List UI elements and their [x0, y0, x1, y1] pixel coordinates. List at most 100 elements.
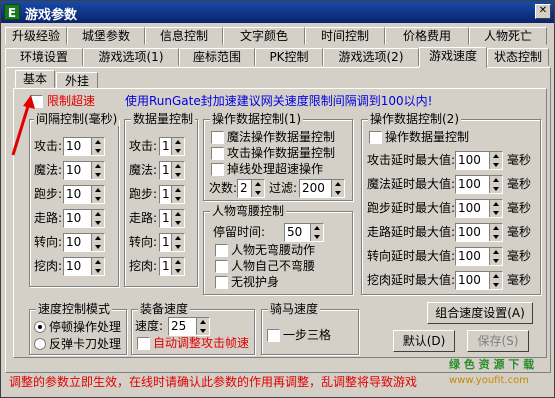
tab-game-options-2[interactable]: 游戏选项(2)	[323, 48, 419, 66]
tab-price-cost[interactable]: 价格费用	[385, 27, 469, 45]
spinner-arrows-icon[interactable]	[489, 224, 502, 241]
interval-run-spinner[interactable]: 10	[63, 185, 105, 204]
interval-magic-spinner-value: 10	[66, 163, 82, 177]
tab-environment[interactable]: 环境设置	[5, 48, 83, 66]
turn-delay-spinner-value: 100	[458, 249, 481, 263]
tab-pk-control[interactable]: PK控制	[255, 48, 323, 66]
spinner-arrows-icon[interactable]	[171, 186, 184, 203]
count-dig-spinner[interactable]: 1	[159, 257, 185, 276]
stay-time-spinner[interactable]: 50	[284, 223, 324, 242]
auto-attack-frame-checkbox[interactable]	[137, 337, 150, 350]
no-bend-checkbox[interactable]	[215, 244, 228, 257]
times-spinner[interactable]: 2	[237, 179, 265, 198]
interval-turn-spinner[interactable]: 10	[63, 233, 105, 252]
interval-attack-spinner[interactable]: 10	[63, 137, 105, 156]
tab-status-control[interactable]: 状态控制	[487, 48, 549, 66]
count-magic-label: 魔法:	[129, 163, 158, 177]
spinner-arrows-icon[interactable]	[171, 138, 184, 155]
count-run-spinner[interactable]: 1	[159, 185, 185, 204]
spinner-arrows-icon[interactable]	[489, 248, 502, 265]
spinner-arrows-icon[interactable]	[331, 180, 344, 197]
interval-walk-spinner[interactable]: 10	[63, 209, 105, 228]
spinner-arrows-icon[interactable]	[310, 224, 323, 241]
tab-game-options-1[interactable]: 游戏选项(1)	[83, 48, 179, 66]
spinner-arrows-icon[interactable]	[91, 258, 104, 275]
three-step-checkbox[interactable]	[267, 329, 280, 342]
spinner-arrows-icon[interactable]	[91, 234, 104, 251]
op2-data-label: 操作数据量控制	[385, 130, 470, 144]
spinner-arrows-icon[interactable]	[196, 318, 209, 335]
count-attack-spinner[interactable]: 1	[159, 137, 185, 156]
spinner-arrows-icon[interactable]	[489, 200, 502, 217]
times-value: 2	[240, 181, 248, 195]
tab-time-control[interactable]: 时间控制	[305, 27, 385, 45]
disconnect-overspeed-checkbox[interactable]	[211, 163, 224, 176]
spinner-arrows-icon[interactable]	[91, 186, 104, 203]
save-button[interactable]: 保存(S)	[467, 330, 529, 352]
spinner-arrows-icon[interactable]	[91, 162, 104, 179]
pause-mode-radio[interactable]	[34, 321, 46, 333]
tab-castle-params[interactable]: 城堡参数	[67, 27, 145, 45]
op-control-2-title: 操作数据控制(2)	[368, 112, 461, 126]
interval-magic-spinner[interactable]: 10	[63, 161, 105, 180]
close-icon[interactable]: ✕	[535, 4, 551, 19]
spinner-arrows-icon[interactable]	[489, 152, 502, 169]
count-magic-spinner[interactable]: 1	[159, 161, 185, 180]
magic-op-checkbox[interactable]	[211, 131, 224, 144]
tab-coord-range[interactable]: 座标范围	[179, 48, 255, 66]
attack-delay-spinner[interactable]: 100	[455, 151, 503, 170]
self-no-bend-label: 人物自己不弯腰	[231, 259, 316, 273]
spinner-arrows-icon[interactable]	[489, 272, 502, 289]
spinner-arrows-icon[interactable]	[171, 210, 184, 227]
run-delay-spinner[interactable]: 100	[455, 199, 503, 218]
spinner-arrows-icon[interactable]	[171, 258, 184, 275]
spinner-arrows-icon[interactable]	[171, 162, 184, 179]
walk-delay-spinner[interactable]: 100	[455, 223, 503, 242]
stay-time-label: 停留时间:	[213, 225, 266, 239]
default-button[interactable]: 默认(D)	[393, 330, 455, 352]
turn-delay-spinner[interactable]: 100	[455, 247, 503, 266]
op2-data-checkbox[interactable]	[369, 131, 382, 144]
spinner-arrows-icon[interactable]	[489, 176, 502, 193]
bounce-mode-radio[interactable]	[34, 338, 46, 350]
walk-delay-label: 走路延时最大值:	[367, 225, 456, 239]
magic-delay-spinner-value: 100	[458, 177, 481, 191]
count-turn-spinner[interactable]: 1	[159, 233, 185, 252]
spinner-arrows-icon[interactable]	[251, 180, 264, 197]
interval-group-title: 间隔控制(毫秒)	[34, 112, 120, 126]
tab-info-control[interactable]: 信息控制	[145, 27, 223, 45]
spinner-arrows-icon[interactable]	[91, 210, 104, 227]
equip-speed-spinner[interactable]: 25	[168, 317, 210, 336]
interval-dig-spinner[interactable]: 10	[63, 257, 105, 276]
tab-upgrade-exp[interactable]: 升级经验	[5, 27, 67, 45]
spinner-arrows-icon[interactable]	[91, 138, 104, 155]
count-group-title: 数据量控制	[131, 112, 196, 126]
tab-text-color[interactable]: 文字颜色	[223, 27, 305, 45]
count-dig-label: 挖肉:	[129, 259, 158, 273]
count-walk-spinner[interactable]: 1	[159, 209, 185, 228]
bounce-mode-label: 反弹卡刀处理	[49, 337, 122, 351]
attack-op-checkbox[interactable]	[211, 147, 224, 160]
count-turn-spinner-value: 1	[162, 235, 170, 249]
self-no-bend-checkbox[interactable]	[215, 260, 228, 273]
interval-dig-label: 挖肉:	[34, 259, 63, 273]
stay-time-value: 50	[287, 225, 303, 239]
count-attack-spinner-value: 1	[162, 139, 170, 153]
ignore-shield-checkbox[interactable]	[215, 276, 228, 289]
spinner-arrows-icon[interactable]	[171, 234, 184, 251]
attack-delay-spinner-value: 100	[458, 153, 481, 167]
turn-delay-label: 转向延时最大值:	[367, 249, 456, 263]
tab-game-speed[interactable]: 游戏速度	[419, 47, 487, 68]
title-bar[interactable]: E 游戏参数 ✕	[1, 1, 554, 23]
auto-attack-frame-label: 自动调整攻击帧速	[153, 336, 250, 350]
combo-speed-button[interactable]: 组合速度设置(A)	[427, 302, 533, 324]
magic-delay-spinner[interactable]: 100	[455, 175, 503, 194]
count-walk-spinner-value: 1	[162, 211, 170, 225]
subtab-basic[interactable]: 基本	[15, 70, 55, 88]
dig-delay-spinner[interactable]: 100	[455, 271, 503, 290]
filter-spinner[interactable]: 200	[299, 179, 345, 198]
bend-group-title: 人物弯腰控制	[210, 204, 287, 218]
subtab-plugin[interactable]: 外挂	[56, 72, 98, 89]
tab-char-death[interactable]: 人物死亡	[469, 27, 547, 45]
speed-notice: 使用RunGate封加速建议网关速度限制间隔调到100以内!	[125, 94, 433, 108]
